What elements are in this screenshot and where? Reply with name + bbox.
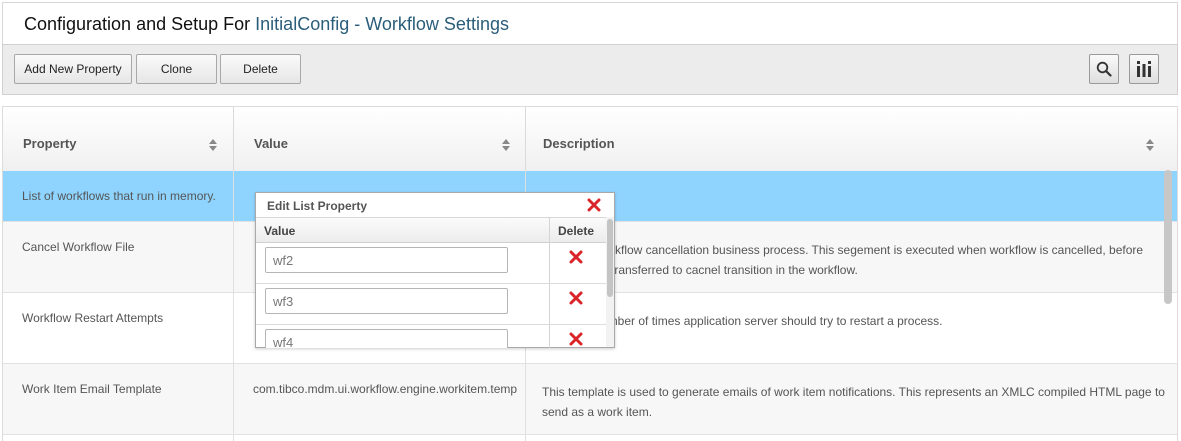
list-item: [256, 243, 606, 284]
property-name: Work Item Email Template: [22, 382, 162, 396]
clone-button[interactable]: Clone: [136, 54, 217, 84]
grid-header: Property Value Description: [3, 107, 1177, 172]
page-title: Configuration and Setup For InitialConfi…: [24, 14, 509, 35]
toolbar: Add New Property Clone Delete: [2, 44, 1178, 95]
table-row[interactable]: [3, 435, 1177, 441]
list-column-delete: Delete: [558, 224, 595, 238]
property-value: com.tibco.mdm.ui.workflow.engine.workite…: [253, 382, 518, 396]
list-item: [256, 325, 606, 348]
sort-icon: [502, 139, 510, 151]
list-column-value: Value: [264, 224, 296, 238]
close-icon[interactable]: [586, 197, 602, 213]
delete-button[interactable]: Delete: [220, 54, 301, 84]
property-name: Cancel Workflow File: [22, 240, 135, 254]
dialog-title: Edit List Property: [267, 199, 368, 213]
sort-icon: [209, 139, 217, 151]
columns-button[interactable]: [1129, 54, 1159, 84]
search-button[interactable]: [1089, 54, 1119, 84]
property-name: Workflow Restart Attempts: [22, 311, 164, 325]
property-description: This template is used to generate emails…: [542, 385, 1165, 419]
config-name-link[interactable]: InitialConfig: [255, 14, 349, 34]
column-header-property[interactable]: Property: [3, 107, 234, 171]
property-description: rkflow cancellation business process. Th…: [611, 243, 1144, 277]
scrollbar-thumb[interactable]: [607, 219, 613, 297]
list-item: [256, 284, 606, 325]
list-value-input[interactable]: [265, 329, 508, 348]
sort-icon: [1146, 139, 1154, 151]
delete-icon[interactable]: [568, 290, 584, 306]
grid-scrollbar[interactable]: [1164, 170, 1172, 304]
list-value-input[interactable]: [265, 247, 508, 273]
columns-icon: [1137, 61, 1151, 77]
column-header-description[interactable]: Description: [526, 107, 1177, 171]
list-value-input[interactable]: [265, 288, 508, 314]
table-row[interactable]: Work Item Email Template com.tibco.mdm.u…: [3, 364, 1177, 435]
title-suffix: - Workflow Settings: [354, 14, 509, 34]
property-description: nber of times application server should …: [611, 314, 943, 328]
dialog-scrollbar[interactable]: [606, 217, 614, 347]
list-table-header: Value Delete: [256, 217, 606, 243]
edit-list-property-dialog: Edit List Property Value Delete: [255, 192, 615, 348]
property-name: List of workflows that run in memory.: [22, 189, 216, 203]
title-bar: Configuration and Setup For InitialConfi…: [2, 2, 1178, 44]
column-header-value[interactable]: Value: [234, 107, 526, 171]
delete-icon[interactable]: [568, 249, 584, 265]
title-prefix: Configuration and Setup For: [24, 14, 251, 34]
search-icon: [1096, 61, 1112, 77]
add-new-property-button[interactable]: Add New Property: [14, 54, 132, 84]
delete-icon[interactable]: [568, 331, 584, 347]
list-table: Value Delete: [256, 217, 606, 348]
